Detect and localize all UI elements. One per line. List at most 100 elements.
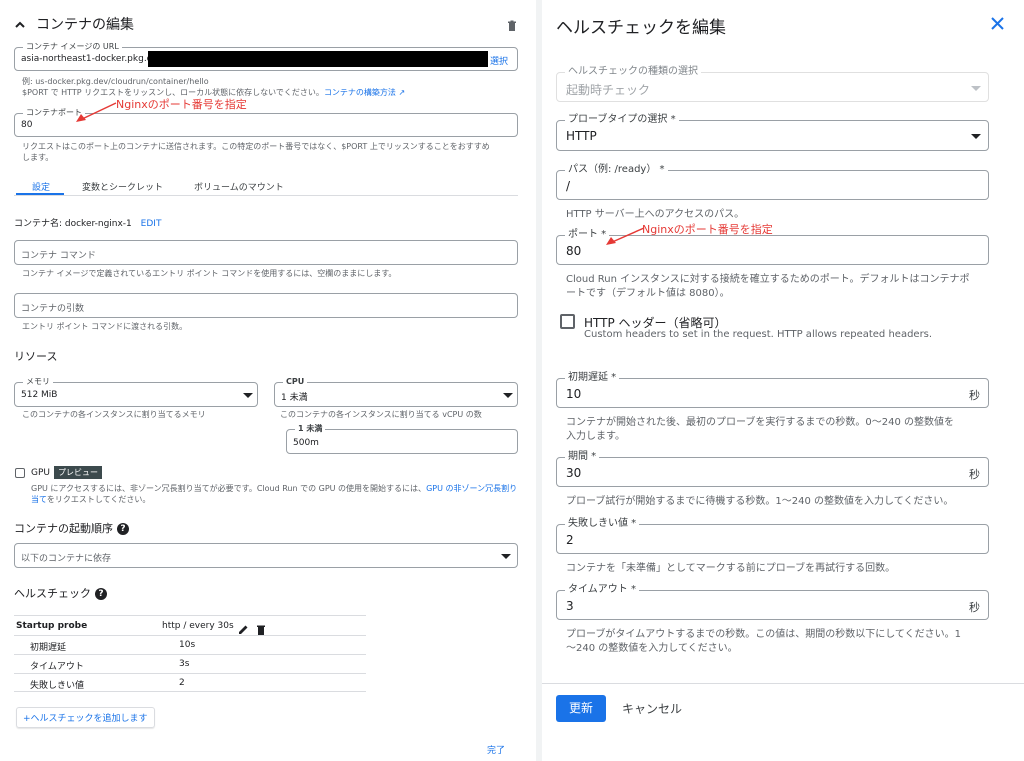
probe-row-value: 3s [179,659,190,669]
delete-icon[interactable] [506,17,518,31]
probe-row-label: タイムアウト [30,662,84,672]
failure-threshold-label: 失敗しきい値 * [565,518,640,530]
startup-order-heading: コンテナの起動順序? [14,520,129,536]
table-divider [14,654,366,655]
cancel-button[interactable]: キャンセル [622,700,682,717]
probe-summary: http / every 30s [162,621,234,631]
image-url-field[interactable]: コンテナ イメージの URL asia-northeast1-docker.pk… [14,41,518,71]
cpu-sub-value: 500m [293,438,319,448]
table-divider [14,691,366,692]
timeout-help-1: プローブがタイムアウトするまでの秒数。この値は、期間の秒数以下にしてください。1 [566,629,961,640]
probe-type-label: プローブタイプの選択 * [565,114,679,126]
help-icon[interactable]: ? [95,588,107,600]
command-help: コンテナ イメージで定義されているエントリ ポイント コマンドを使用するには、空… [22,269,397,278]
startup-order-select[interactable]: 以下のコンテナに依存 [14,543,518,568]
container-name: コンテナ名: docker-nginx-1 EDIT [14,219,162,229]
pencil-icon[interactable] [238,620,249,634]
chevron-down-icon [501,554,511,559]
probe-row-label: 失敗しきい値 [30,681,85,691]
container-args-field[interactable]: コンテナの引数 [14,293,518,318]
timeout-value: 3 [566,599,574,613]
initial-delay-input[interactable]: 初期遅延 * 10 秒 [556,372,989,408]
edit-name-link[interactable]: EDIT [141,219,162,229]
healthcheck-heading: ヘルスチェック? [14,585,107,601]
gpu-help-1: GPU にアクセスするには、非ゾーン冗長割り当てが必要です。Cloud Run … [31,484,518,493]
annotation-arrow [76,102,117,122]
container-port-value: 80 [21,120,33,130]
done-button[interactable]: 完了 [487,743,505,756]
edit-healthcheck-panel: ヘルスチェックを編集 ヘルスチェックの種類の選択 起動時チェック プローブタイプ… [542,0,1024,761]
port-help-2: します。 [22,153,54,162]
memory-select[interactable]: メモリ 512 MiB [14,376,258,407]
http-headers-help: Custom headers to set in the request. HT… [584,329,933,340]
edit-container-panel: コンテナの編集 コンテナ イメージの URL asia-northeast1-d… [0,0,536,761]
initial-delay-help-1: コンテナが開始された後、最初のプローブを実行するまでの秒数。0〜240 の整数値… [566,417,955,428]
memory-label: メモリ [23,376,53,388]
panel-title: ヘルスチェックを編集 [556,18,726,38]
failure-threshold-help: コンテナを「未準備」としてマークする前にプローブを再試行する回数。 [566,563,896,574]
container-command-field[interactable]: コンテナ コマンド [14,240,518,265]
memory-value: 512 MiB [21,390,58,400]
image-url-example: 例: us-docker.pkg.dev/cloudrun/container/… [22,77,209,86]
probe-type-value: HTTP [566,129,597,143]
period-input[interactable]: 期間 * 30 秒 [556,451,989,487]
build-container-link[interactable]: コンテナの構築方法 [324,88,396,97]
close-icon[interactable] [990,16,1005,31]
chevron-down-icon [971,86,981,91]
healthcheck-table: Startup probe http / every 30s 初期遅延 10s … [14,615,366,692]
help-icon[interactable]: ? [117,523,129,535]
cpu-sub-field[interactable]: 1 未満 500m [286,423,518,454]
port-help-1: リクエストはこのポート上のコンテナに送信されます。この特定のポート番号ではなく、… [22,142,490,151]
add-healthcheck-button[interactable]: +ヘルスチェックを追加します [16,707,155,728]
period-label: 期間 * [565,451,600,463]
path-input[interactable]: パス（例: /ready） * / [556,164,989,200]
update-button[interactable]: 更新 [556,695,606,722]
footer-divider [542,683,1024,684]
chevron-down-icon [971,134,981,139]
initial-delay-help-2: 入力します。 [566,431,625,442]
tabs-divider [14,195,518,196]
table-divider [14,635,366,636]
port-value: 80 [566,244,582,258]
chevron-down-icon [243,393,253,398]
memory-help: このコンテナの各インスタンスに割り当てるメモリ [22,410,206,419]
gpu-checkbox[interactable] [15,468,25,478]
gpu-quota-link[interactable]: GPU の非ゾーン冗長割り [426,484,517,493]
panel-title: コンテナの編集 [36,17,134,33]
tab-variables-secrets[interactable]: 変数とシークレット [82,180,163,193]
failure-threshold-input[interactable]: 失敗しきい値 * 2 [556,518,989,554]
path-label: パス（例: /ready） * [565,164,668,176]
image-url-value: asia-northeast1-docker.pkg.dev/ [21,54,167,64]
healthcheck-type-label: ヘルスチェックの種類の選択 [565,66,701,78]
collapse-icon[interactable] [14,16,26,28]
http-headers-checkbox[interactable] [560,314,575,329]
port-annotation: Nginxのポート番号を指定 [642,223,773,236]
cpu-select[interactable]: CPU 1 未満 [274,376,518,407]
tab-volume-mounts[interactable]: ボリュームのマウント [194,180,284,193]
external-link-icon: ↗ [395,88,406,97]
probe-row-label: 初期遅延 [30,643,67,653]
probe-name: Startup probe [16,621,88,631]
image-select-link[interactable]: 選択 [490,54,508,67]
image-url-label: コンテナ イメージの URL [23,41,122,53]
tab-settings[interactable]: 設定 [32,180,50,193]
annotation-arrow [606,227,645,245]
timeout-input[interactable]: タイムアウト * 3 秒 [556,584,989,620]
table-divider [14,615,366,616]
timeout-label: タイムアウト * [565,584,639,596]
chevron-down-icon [503,393,513,398]
port-annotation: Nginxのポート番号を指定 [116,98,247,111]
delete-icon[interactable] [256,620,266,635]
initial-delay-unit: 秒 [969,389,980,402]
gpu-label: GPU [31,468,50,478]
cpu-help: このコンテナの各インスタンスに割り当てる vCPU の数 [280,410,482,419]
preview-badge: プレビュー [54,466,102,479]
gpu-quota-link-cont[interactable]: 当て [31,495,47,504]
probe-type-select[interactable]: プローブタイプの選択 * HTTP [556,114,989,151]
container-command-placeholder: コンテナ コマンド [21,251,96,261]
container-args-placeholder: コンテナの引数 [21,304,85,314]
cpu-sub-label: 1 未満 [295,423,326,435]
probe-row-value: 10s [179,640,196,650]
healthcheck-type-select[interactable]: ヘルスチェックの種類の選択 起動時チェック [556,66,989,102]
healthcheck-type-value: 起動時チェック [566,83,651,97]
